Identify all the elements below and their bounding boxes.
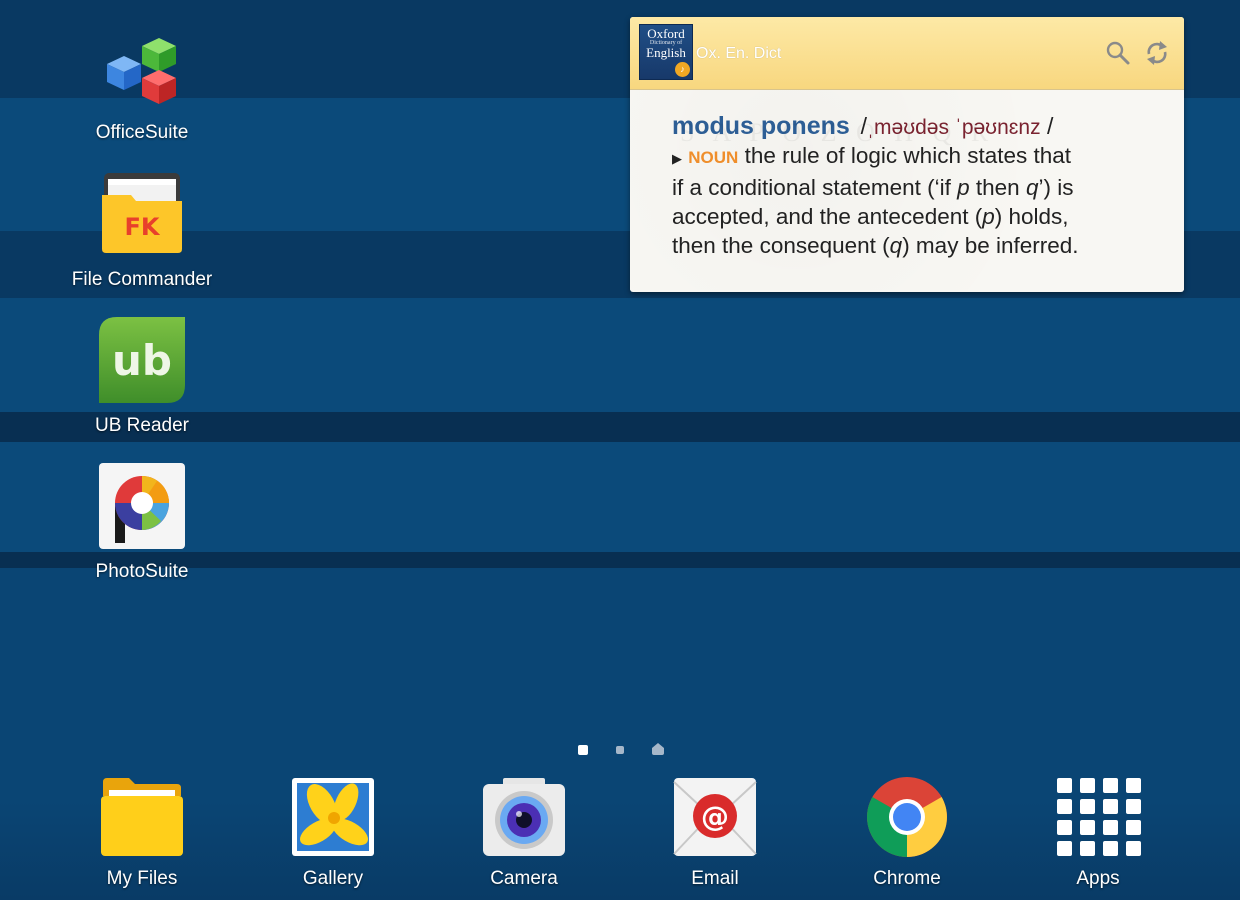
slash: / <box>1040 113 1054 139</box>
definition-line: then the consequent (q) may be inferred. <box>672 233 1079 258</box>
email-icon: @ <box>673 778 757 856</box>
page-dot-active[interactable] <box>578 745 588 755</box>
svg-text:ub: ub <box>112 336 172 385</box>
dock-my-files[interactable]: My Files <box>62 776 222 890</box>
dock-gallery[interactable]: Gallery <box>253 776 413 890</box>
widget-title: Ox. En. Dict <box>696 45 782 62</box>
ub-reader-icon: ub <box>99 317 185 403</box>
svg-text:@: @ <box>701 800 729 833</box>
dock-camera[interactable]: Camera <box>444 776 604 890</box>
app-label: Apps <box>1076 868 1120 889</box>
part-of-speech: NOUN <box>688 148 739 167</box>
page-dot[interactable] <box>616 746 624 754</box>
refresh-icon[interactable] <box>1143 39 1171 67</box>
dock-chrome[interactable]: Chrome <box>827 776 987 890</box>
app-label: Email <box>691 868 739 889</box>
photosuite-icon <box>99 463 185 549</box>
camera-icon <box>483 778 565 856</box>
bullet-triangle-icon: ▶ <box>672 151 682 166</box>
svg-text:FK: FK <box>125 213 161 241</box>
app-file-commander[interactable]: FK File Commander <box>62 171 222 291</box>
background-letter-pattern: S A P O Z O H Q R <box>680 118 989 147</box>
app-label: My Files <box>106 868 178 889</box>
oxford-dictionary-logo[interactable]: Oxford Dictionary of English ♪ <box>639 24 693 80</box>
widget-header: Oxford Dictionary of English ♪ Ox. En. D… <box>630 17 1184 90</box>
officesuite-icon <box>107 38 176 104</box>
dock-email[interactable]: @ Email <box>635 776 795 890</box>
gallery-icon <box>292 778 374 856</box>
definition-line: if a conditional statement (‘if p then q… <box>672 175 1074 200</box>
app-ub-reader[interactable]: ub UB Reader <box>62 317 222 437</box>
app-officesuite[interactable]: OfficeSuite <box>62 24 222 144</box>
search-icon[interactable] <box>1104 39 1132 67</box>
app-label: UB Reader <box>95 415 189 436</box>
app-label: Camera <box>490 868 558 889</box>
home-page-icon[interactable] <box>652 743 664 755</box>
dock-apps[interactable]: Apps <box>1018 776 1178 890</box>
app-label: File Commander <box>71 269 213 290</box>
app-photosuite[interactable]: PhotoSuite <box>62 463 222 583</box>
apps-grid-icon <box>1057 778 1141 856</box>
dictionary-widget[interactable]: Oxford Dictionary of English ♪ Ox. En. D… <box>630 17 1184 292</box>
definition-line: accepted, and the antecedent (p) holds, <box>672 204 1069 229</box>
app-label: Gallery <box>302 868 364 889</box>
app-label: PhotoSuite <box>95 561 189 582</box>
dictionary-entry: S A P O Z O H Q R modus ponens /ˌməʊdəs … <box>630 90 1184 290</box>
page-indicator <box>576 743 676 757</box>
speaker-icon: ♪ <box>675 62 690 77</box>
file-commander-icon: FK <box>102 173 182 253</box>
app-label: Chrome <box>873 868 941 889</box>
chrome-icon <box>867 777 947 857</box>
app-label: OfficeSuite <box>95 122 189 143</box>
folder-icon <box>101 778 183 856</box>
